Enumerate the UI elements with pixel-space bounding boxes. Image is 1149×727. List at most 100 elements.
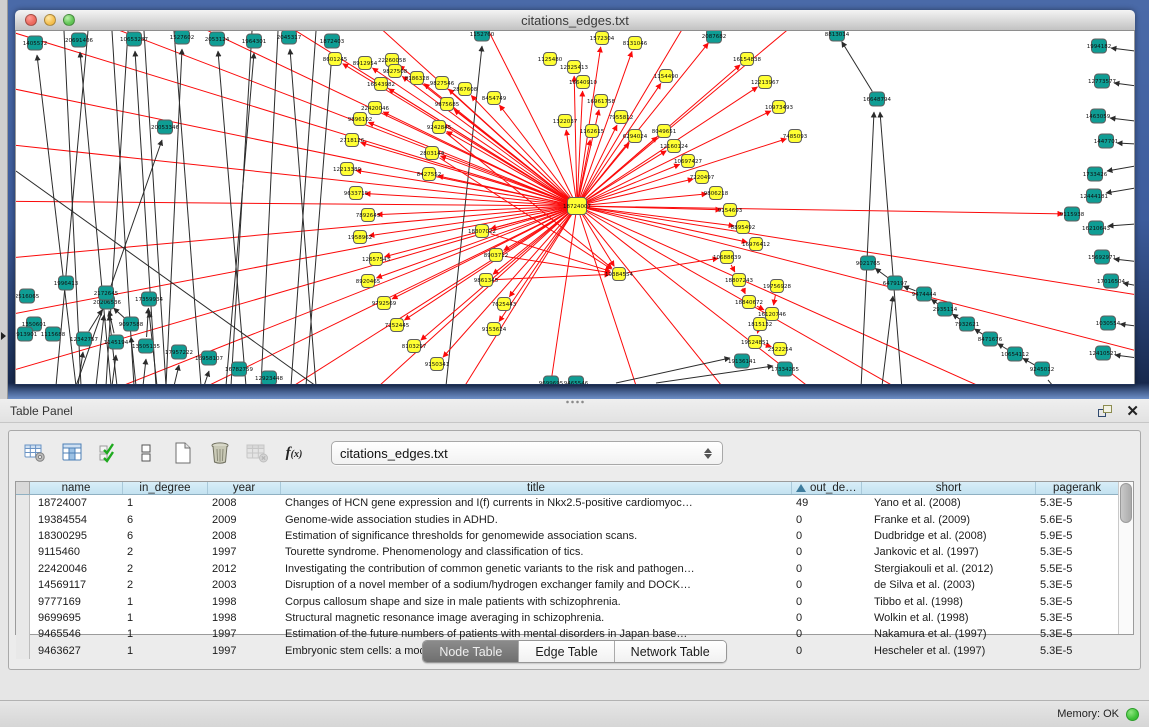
- table-cell-pagerank[interactable]: 5.3E-5: [1036, 610, 1118, 626]
- table-cell-out_degree[interactable]: 0: [792, 593, 862, 609]
- table-cell-name[interactable]: 18300295: [30, 528, 123, 544]
- select-columns-button[interactable]: [95, 439, 123, 467]
- delete-table-button[interactable]: [243, 439, 271, 467]
- column-header-year[interactable]: year: [208, 482, 281, 494]
- table-cell-title[interactable]: Tourette syndrome. Phenomenology and cla…: [281, 544, 792, 560]
- table-cell-year[interactable]: 1997: [208, 544, 281, 560]
- table-cell-title[interactable]: Estimation of significance thresholds fo…: [281, 528, 792, 544]
- table-cell-name[interactable]: 19384554: [30, 511, 123, 527]
- graph-edge[interactable]: [306, 53, 332, 384]
- graph-edge[interactable]: [577, 206, 1046, 384]
- graph-edge[interactable]: [577, 206, 746, 384]
- table-cell-year[interactable]: 2008: [208, 495, 281, 511]
- graph-edge[interactable]: [1023, 358, 1034, 364]
- table-row[interactable]: 1938455462009Genome-wide association stu…: [16, 511, 1118, 527]
- graph-edge[interactable]: [584, 137, 657, 200]
- table-cell-year[interactable]: 2009: [208, 511, 281, 527]
- graph-edge[interactable]: [106, 31, 128, 384]
- table-row[interactable]: 1872400712008Changes of HCN gene express…: [16, 495, 1118, 511]
- table-cell-out_degree[interactable]: 0: [792, 544, 862, 560]
- table-cell-pagerank[interactable]: 5.3E-5: [1036, 544, 1118, 560]
- scrollbar-thumb[interactable]: [1120, 483, 1132, 523]
- graph-edge[interactable]: [861, 112, 874, 384]
- graph-edge[interactable]: [143, 359, 146, 384]
- graph-edge[interactable]: [290, 49, 316, 384]
- column-header-out_degree[interactable]: out_de…: [792, 482, 862, 494]
- graph-edge[interactable]: [585, 151, 667, 202]
- graph-edge[interactable]: [1106, 181, 1134, 193]
- graph-edge[interactable]: [774, 295, 776, 305]
- graph-edge[interactable]: [261, 31, 278, 384]
- table-cell-name[interactable]: 9699695: [30, 610, 123, 626]
- table-cell-name[interactable]: 18724007: [30, 495, 123, 511]
- vertical-scrollbar[interactable]: [1118, 482, 1133, 634]
- graph-edge[interactable]: [1048, 380, 1078, 384]
- float-panel-icon[interactable]: [1098, 405, 1112, 417]
- table-row[interactable]: 977716911998Corpus callosum shape and si…: [16, 593, 1118, 609]
- table-cell-out_degree[interactable]: 0: [792, 561, 862, 577]
- table-cell-short[interactable]: Jankovic et al. (1997): [862, 544, 1036, 560]
- row-options-button[interactable]: [132, 439, 160, 467]
- table-cell-year[interactable]: 1998: [208, 610, 281, 626]
- graph-edge[interactable]: [585, 111, 771, 202]
- table-cell-out_degree[interactable]: 0: [792, 528, 862, 544]
- table-panel-titlebar[interactable]: Table Panel ✕: [0, 399, 1149, 423]
- table-selector-dropdown[interactable]: citations_edges.txt: [331, 441, 723, 465]
- table-cell-short[interactable]: Dudbridge et al. (2008): [862, 528, 1036, 544]
- graph-edge[interactable]: [546, 206, 577, 384]
- tab-node-table[interactable]: Node Table: [423, 641, 519, 662]
- table-cell-title[interactable]: Structural magnetic resonance image aver…: [281, 610, 792, 626]
- graph-edge[interactable]: [1114, 259, 1134, 266]
- graph-edge[interactable]: [204, 371, 209, 384]
- graph-edge[interactable]: [1120, 324, 1134, 331]
- network-canvas[interactable]: 1872400712325413112548016640910169617587…: [15, 31, 1135, 384]
- table-cell-out_degree[interactable]: 0: [792, 610, 862, 626]
- table-row[interactable]: 911546021997Tourette syndrome. Phenomeno…: [16, 544, 1118, 560]
- table-cell-in_degree[interactable]: 1: [123, 593, 208, 609]
- table-cell-in_degree[interactable]: 2: [123, 577, 208, 593]
- graph-edge[interactable]: [577, 206, 846, 384]
- graph-edge[interactable]: [1115, 355, 1134, 363]
- column-settings-button[interactable]: [21, 439, 49, 467]
- graph-edge[interactable]: [246, 206, 577, 384]
- graph-edge[interactable]: [56, 31, 577, 206]
- table-row[interactable]: 1830029562008Estimation of significance …: [16, 528, 1118, 544]
- table-cell-in_degree[interactable]: 6: [123, 528, 208, 544]
- graph-edge[interactable]: [577, 206, 946, 384]
- table-cell-title[interactable]: Disruption of a novel member of a sodium…: [281, 577, 792, 593]
- graph-edge[interactable]: [731, 265, 735, 272]
- delete-column-button[interactable]: [206, 439, 234, 467]
- graph-edge[interactable]: [842, 42, 873, 92]
- table-cell-short[interactable]: Tibbo et al. (1998): [862, 593, 1036, 609]
- table-cell-in_degree[interactable]: 6: [123, 511, 208, 527]
- network-window-titlebar[interactable]: citations_edges.txt: [15, 10, 1135, 31]
- column-header-short[interactable]: short: [862, 482, 1036, 494]
- graph-edge[interactable]: [931, 299, 937, 304]
- table-cell-name[interactable]: 14569117: [30, 577, 123, 593]
- graph-edge[interactable]: [582, 214, 615, 267]
- graph-edge[interactable]: [147, 308, 149, 337]
- graph-edge[interactable]: [952, 314, 959, 319]
- table-cell-short[interactable]: Yano et al. (2008): [862, 495, 1036, 511]
- table-cell-year[interactable]: 2003: [208, 577, 281, 593]
- table-cell-out_degree[interactable]: 0: [792, 511, 862, 527]
- graph-edge[interactable]: [616, 358, 730, 383]
- graph-edge[interactable]: [875, 268, 888, 277]
- table-cell-pagerank[interactable]: 5.6E-5: [1036, 511, 1118, 527]
- graph-edge[interactable]: [975, 329, 983, 334]
- table-cell-name[interactable]: 9777169: [30, 593, 123, 609]
- graph-edge[interactable]: [1108, 221, 1134, 226]
- graph-edge[interactable]: [346, 206, 577, 384]
- table-cell-out_degree[interactable]: 49: [792, 495, 862, 511]
- table-row[interactable]: 2242004622012Investigating the contribut…: [16, 561, 1118, 577]
- table-cell-pagerank[interactable]: 5.3E-5: [1036, 593, 1118, 609]
- show-columns-button[interactable]: [58, 439, 86, 467]
- table-cell-short[interactable]: Wolkin et al. (1998): [862, 610, 1036, 626]
- table-cell-title[interactable]: Investigating the contribution of common…: [281, 561, 792, 577]
- table-cell-in_degree[interactable]: 1: [123, 610, 208, 626]
- graph-edge[interactable]: [656, 366, 773, 383]
- table-cell-in_degree[interactable]: 1: [123, 495, 208, 511]
- tab-edge-table[interactable]: Edge Table: [519, 641, 614, 662]
- table-cell-pagerank[interactable]: 5.3E-5: [1036, 495, 1118, 511]
- panel-collapse-arrow[interactable]: [1, 332, 6, 340]
